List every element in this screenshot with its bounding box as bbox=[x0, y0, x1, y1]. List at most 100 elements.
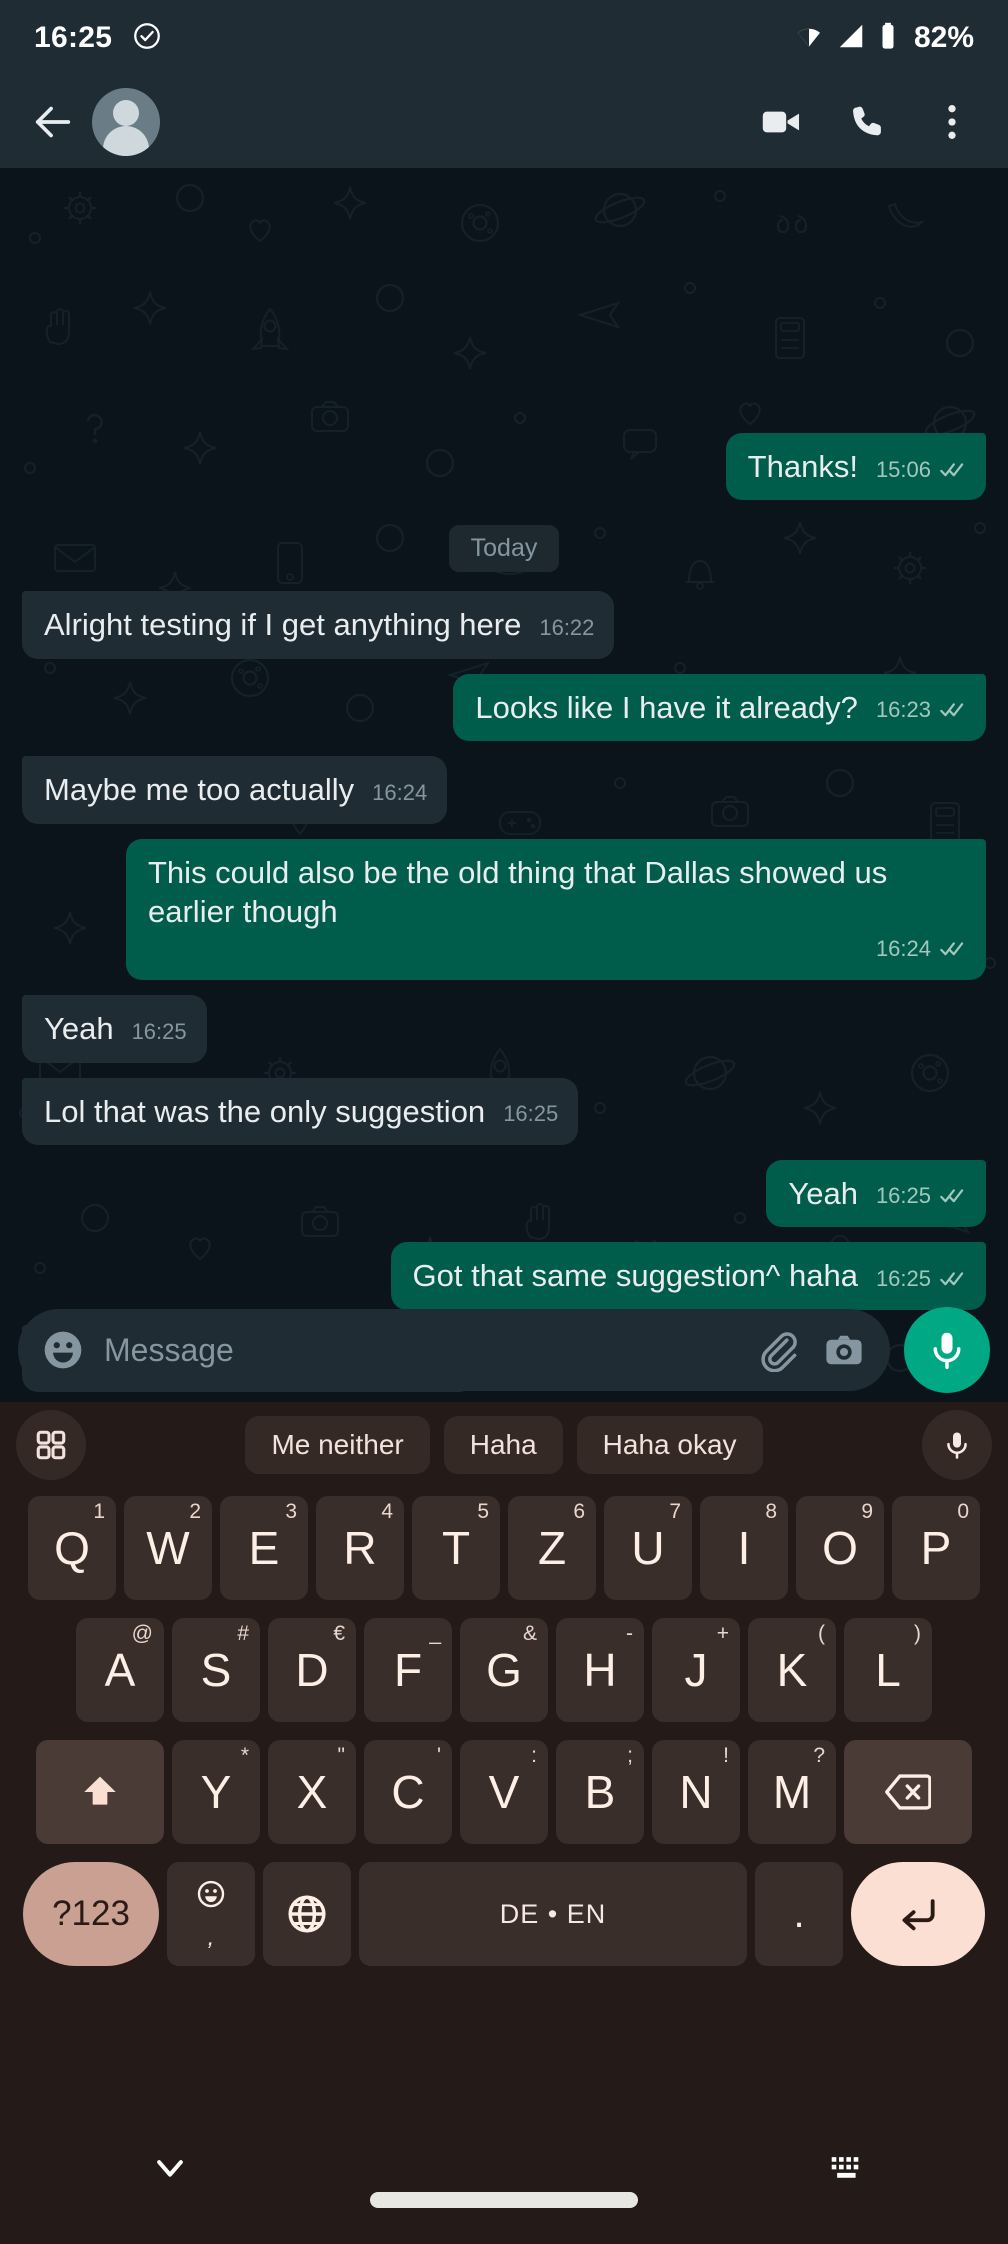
key-w[interactable]: 2W bbox=[124, 1496, 212, 1600]
delivery-ticks-icon bbox=[940, 940, 966, 958]
message-text: Thanks! bbox=[747, 449, 858, 485]
avatar[interactable] bbox=[92, 88, 160, 156]
camera-icon[interactable] bbox=[820, 1326, 868, 1374]
symbols-key[interactable]: ?123 bbox=[23, 1862, 159, 1966]
message-row: Alright testing if I get anything here 16… bbox=[22, 591, 986, 659]
paperclip-icon[interactable] bbox=[754, 1326, 802, 1374]
chat-message-area[interactable]: Thanks! 15:06 Today Alright testing if I ge… bbox=[0, 168, 1008, 1398]
contact-info[interactable] bbox=[178, 107, 758, 137]
key-l[interactable]: ) L bbox=[844, 1618, 932, 1722]
key-b[interactable]: ; B bbox=[556, 1740, 644, 1844]
emoji-smiley-icon[interactable] bbox=[40, 1327, 86, 1373]
space-key[interactable]: DE • EN bbox=[359, 1862, 747, 1966]
key-o[interactable]: 9O bbox=[796, 1496, 884, 1600]
key-hint: " bbox=[337, 1744, 345, 1767]
key-t[interactable]: 5T bbox=[412, 1496, 500, 1600]
composer[interactable] bbox=[18, 1309, 890, 1391]
key-hint: _ bbox=[429, 1622, 441, 1645]
message-meta: 15:06 bbox=[876, 456, 966, 484]
message-time: 16:25 bbox=[875, 1265, 931, 1291]
key-label: P bbox=[920, 1522, 952, 1574]
key-hint: ! bbox=[723, 1744, 729, 1767]
message-input[interactable] bbox=[104, 1331, 736, 1369]
voice-record-button[interactable] bbox=[904, 1307, 990, 1393]
key-label: S bbox=[200, 1644, 232, 1696]
key-label: M bbox=[772, 1766, 812, 1818]
language-switch-key[interactable] bbox=[263, 1862, 351, 1966]
key-hint: ? bbox=[813, 1744, 825, 1767]
key-d[interactable]: € D bbox=[268, 1618, 356, 1722]
suggestion-chip[interactable]: Haha bbox=[443, 1416, 563, 1474]
incoming-message-bubble[interactable]: Yeah 16:25 bbox=[22, 995, 207, 1063]
key-e[interactable]: 3E bbox=[220, 1496, 308, 1600]
voice-call-icon[interactable] bbox=[848, 101, 890, 143]
period-key-label: . bbox=[793, 1892, 805, 1936]
key-hint: 8 bbox=[765, 1500, 777, 1523]
chevron-down-icon[interactable] bbox=[140, 2138, 200, 2198]
message-input-bar bbox=[0, 1298, 1008, 1402]
key-hint: 4 bbox=[381, 1500, 393, 1523]
key-hint: 7 bbox=[669, 1500, 681, 1523]
incoming-message-bubble[interactable]: Maybe me too actually 16:24 bbox=[22, 756, 448, 824]
period-key[interactable]: . bbox=[755, 1862, 843, 1966]
key-label: X bbox=[296, 1766, 328, 1818]
key-v[interactable]: :V bbox=[460, 1740, 548, 1844]
key-hint: 2 bbox=[189, 1500, 201, 1523]
key-q[interactable]: 1Q bbox=[28, 1496, 116, 1600]
key-s[interactable]: # S bbox=[172, 1618, 260, 1722]
key-hint: 0 bbox=[957, 1500, 969, 1523]
back-button[interactable] bbox=[26, 95, 80, 149]
key-u[interactable]: 7U bbox=[604, 1496, 692, 1600]
message-time: 15:06 bbox=[875, 456, 931, 482]
key-m[interactable]: ? M bbox=[748, 1740, 836, 1844]
key-n[interactable]: ! N bbox=[652, 1740, 740, 1844]
emoji-key-hint: , bbox=[207, 1924, 215, 1951]
message-list: Thanks! 15:06 Today Alright testing if I ge… bbox=[0, 433, 1008, 1398]
suggestion-chip[interactable]: Haha okay bbox=[576, 1416, 763, 1474]
outgoing-message-bubble[interactable]: Thanks! 15:06 bbox=[725, 433, 986, 501]
key-a[interactable]: @ A bbox=[76, 1618, 164, 1722]
overflow-menu-icon[interactable] bbox=[934, 101, 970, 143]
apps-grid-icon[interactable] bbox=[16, 1410, 86, 1480]
key-f[interactable]: _ F bbox=[364, 1618, 452, 1722]
incoming-message-bubble[interactable]: Lol that was the only suggestion 16:25 bbox=[22, 1077, 579, 1145]
outgoing-message-bubble[interactable]: Yeah 16:25 bbox=[766, 1159, 986, 1228]
on-screen-keyboard[interactable]: Me neither Haha Haha okay 1Q2W3E4R5T6Z7U8I… bbox=[0, 1402, 1008, 2092]
voice-input-icon[interactable] bbox=[922, 1410, 992, 1480]
key-g[interactable]: & G bbox=[460, 1618, 548, 1722]
backspace-key[interactable] bbox=[844, 1740, 972, 1844]
key-p[interactable]: 0P bbox=[892, 1496, 980, 1600]
outgoing-message-bubble[interactable]: This could also be the old thing that Da… bbox=[126, 838, 986, 981]
key-label: Q bbox=[54, 1522, 90, 1574]
key-j[interactable]: + J bbox=[652, 1618, 740, 1722]
key-label: W bbox=[146, 1522, 190, 1574]
key-c[interactable]: ' C bbox=[364, 1740, 452, 1844]
emoji-key[interactable]: , bbox=[167, 1862, 255, 1966]
keyboard-switch-icon[interactable] bbox=[818, 2138, 878, 2198]
enter-key[interactable] bbox=[851, 1862, 985, 1966]
suggestion-chip[interactable]: Me neither bbox=[245, 1416, 430, 1474]
key-x[interactable]: " X bbox=[268, 1740, 356, 1844]
delivery-ticks-icon bbox=[940, 1270, 966, 1288]
key-y[interactable]: * Y bbox=[172, 1740, 260, 1844]
key-i[interactable]: 8I bbox=[700, 1496, 788, 1600]
key-label: K bbox=[776, 1644, 808, 1696]
key-label: G bbox=[486, 1644, 522, 1696]
incoming-message-bubble[interactable]: Alright testing if I get anything here 16… bbox=[22, 591, 615, 659]
outgoing-message-bubble[interactable]: Looks like I have it already? 16:23 bbox=[453, 673, 986, 742]
message-text: Maybe me too actually bbox=[44, 772, 355, 808]
key-r[interactable]: 4R bbox=[316, 1496, 404, 1600]
status-bar-right: 82% bbox=[794, 21, 974, 56]
key-hint: 1 bbox=[93, 1500, 105, 1523]
video-call-icon[interactable] bbox=[758, 99, 804, 145]
key-z[interactable]: 6Z bbox=[508, 1496, 596, 1600]
shift-key[interactable] bbox=[36, 1740, 164, 1844]
key-h[interactable]: -H bbox=[556, 1618, 644, 1722]
key-hint: : bbox=[531, 1744, 537, 1767]
message-text: This could also be the old thing that Da… bbox=[148, 854, 896, 929]
home-gesture-pill[interactable] bbox=[370, 2192, 638, 2208]
message-time: 16:23 bbox=[875, 697, 931, 723]
message-row: This could also be the old thing that Da… bbox=[22, 838, 986, 981]
message-time: 16:25 bbox=[875, 1183, 931, 1209]
key-k[interactable]: (K bbox=[748, 1618, 836, 1722]
